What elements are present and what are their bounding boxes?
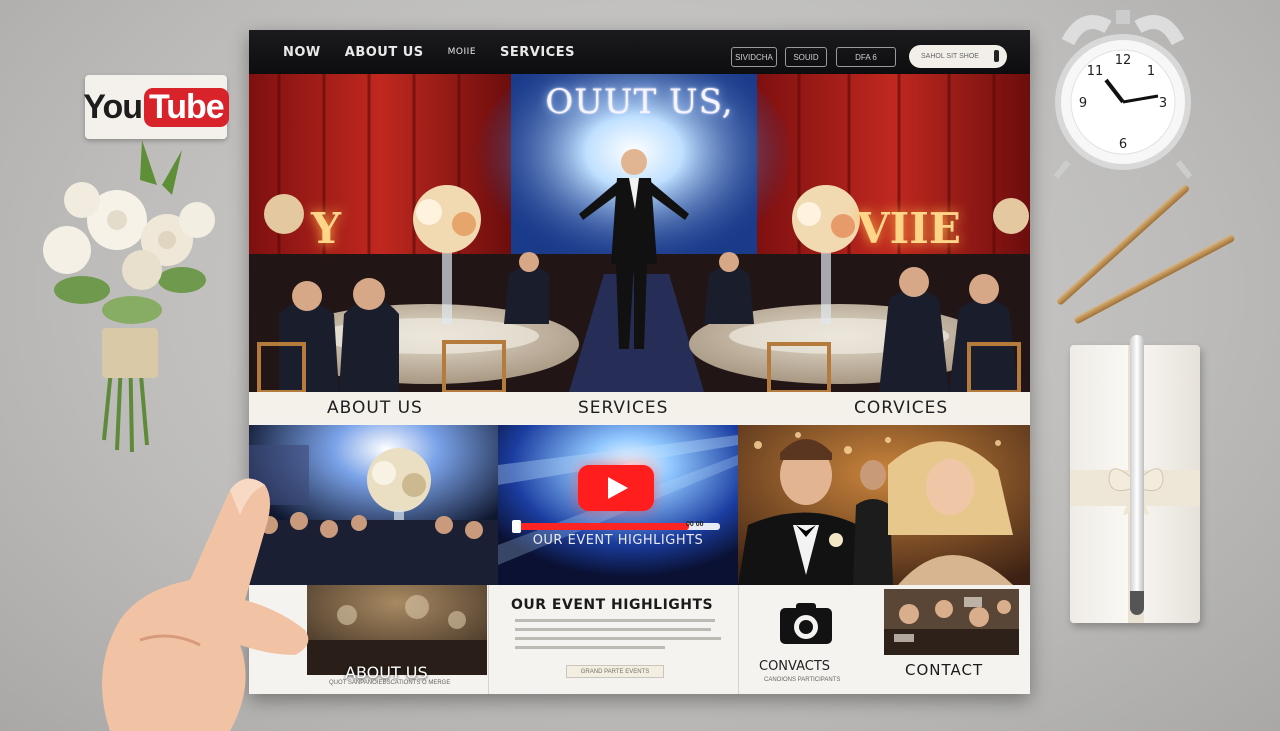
flower-bouquet <box>43 140 215 453</box>
section-heading-about[interactable]: ABOUT US <box>327 398 423 418</box>
top-nav: NOW ABOUT US MOIIE SERVICES SIVIDCHA SOU… <box>249 30 1030 74</box>
nav-pill-button[interactable]: SIVIDCHA <box>731 47 777 67</box>
nav-link-services[interactable]: SERVICES <box>500 45 575 60</box>
nav-link-about[interactable]: ABOUT US <box>345 45 424 60</box>
svg-text:1: 1 <box>1147 64 1155 79</box>
svg-text:3: 3 <box>1159 96 1167 111</box>
svg-text:11: 11 <box>1087 64 1104 79</box>
nav-pill-button[interactable]: SOUID <box>785 47 827 67</box>
about-thumbnail[interactable] <box>307 585 487 675</box>
divider <box>488 585 489 694</box>
nav-link-now[interactable]: NOW <box>283 45 321 60</box>
contacts-label[interactable]: CONVACTS <box>759 659 830 674</box>
hero-title: OUUT US, <box>545 82 734 122</box>
progress-handle[interactable] <box>512 520 521 533</box>
svg-text:6: 6 <box>1119 137 1127 152</box>
contact-thumbnail[interactable] <box>884 589 1019 655</box>
search-icon <box>994 50 999 62</box>
highlights-text-block <box>515 619 723 655</box>
section-heading-corvices[interactable]: CORVICES <box>854 398 948 418</box>
footer-strip: ABOUT US QUOT SANPANOIEBSCATIONTS O MERG… <box>249 585 1030 694</box>
marquee-letters-right: VIIE <box>857 204 961 253</box>
gold-pen <box>1073 233 1236 325</box>
contacts-subtext: CANOIONS PARTICIPANTS <box>764 677 841 683</box>
contact-label[interactable]: CONTACT <box>905 661 983 679</box>
couple-photo-tile[interactable] <box>738 425 1030 585</box>
search-field[interactable]: SAHOL SIT SHOE <box>909 45 1007 68</box>
youtube-logo-you: You <box>83 87 143 126</box>
video-player-tile[interactable]: 00 00 OUR EVENT HIGHLIGHTS <box>498 425 738 585</box>
gift-box <box>1070 335 1200 623</box>
section-heading-services[interactable]: SERVICES <box>578 398 668 418</box>
nav-link-movie[interactable]: MOIIE <box>448 47 476 57</box>
highlights-title: OUR EVENT HIGHLIGHTS <box>511 597 714 613</box>
couple-photo <box>738 425 1030 585</box>
hand <box>102 478 309 731</box>
svg-text:9: 9 <box>1079 96 1087 111</box>
nav-pill-button[interactable]: DFA 6 <box>836 47 896 67</box>
youtube-logo-card: You Tube <box>83 75 229 139</box>
marquee-letters-left: Y <box>311 204 341 253</box>
gold-pen <box>1055 183 1191 307</box>
hero-banner: OUUT US, Y VIIE <box>249 74 1030 392</box>
about-subtext: QUOT SANPANOIEBSCATIONTS O MERGE <box>329 680 451 686</box>
youtube-logo-tube: Tube <box>144 87 229 127</box>
camera-icon[interactable] <box>780 603 832 644</box>
section-heading-bar: ABOUT US SERVICES CORVICES <box>249 392 1030 423</box>
divider <box>738 585 739 694</box>
highlights-button[interactable]: GRAND PARTE EVENTS <box>566 665 664 678</box>
stylus-pen <box>1130 335 1144 615</box>
website-mockup: NOW ABOUT US MOIIE SERVICES SIVIDCHA SOU… <box>249 30 1030 694</box>
play-button[interactable] <box>578 465 654 511</box>
contact-photo <box>884 589 1019 655</box>
alarm-clock: 123 69 111 <box>1053 10 1193 179</box>
video-caption: OUR EVENT HIGHLIGHTS <box>532 533 704 548</box>
video-time: 00 00 <box>686 521 704 528</box>
video-progress-fill <box>514 523 690 530</box>
search-placeholder: SAHOL SIT SHOE <box>921 53 979 60</box>
about-photo <box>307 585 487 675</box>
svg-text:12: 12 <box>1115 53 1132 68</box>
